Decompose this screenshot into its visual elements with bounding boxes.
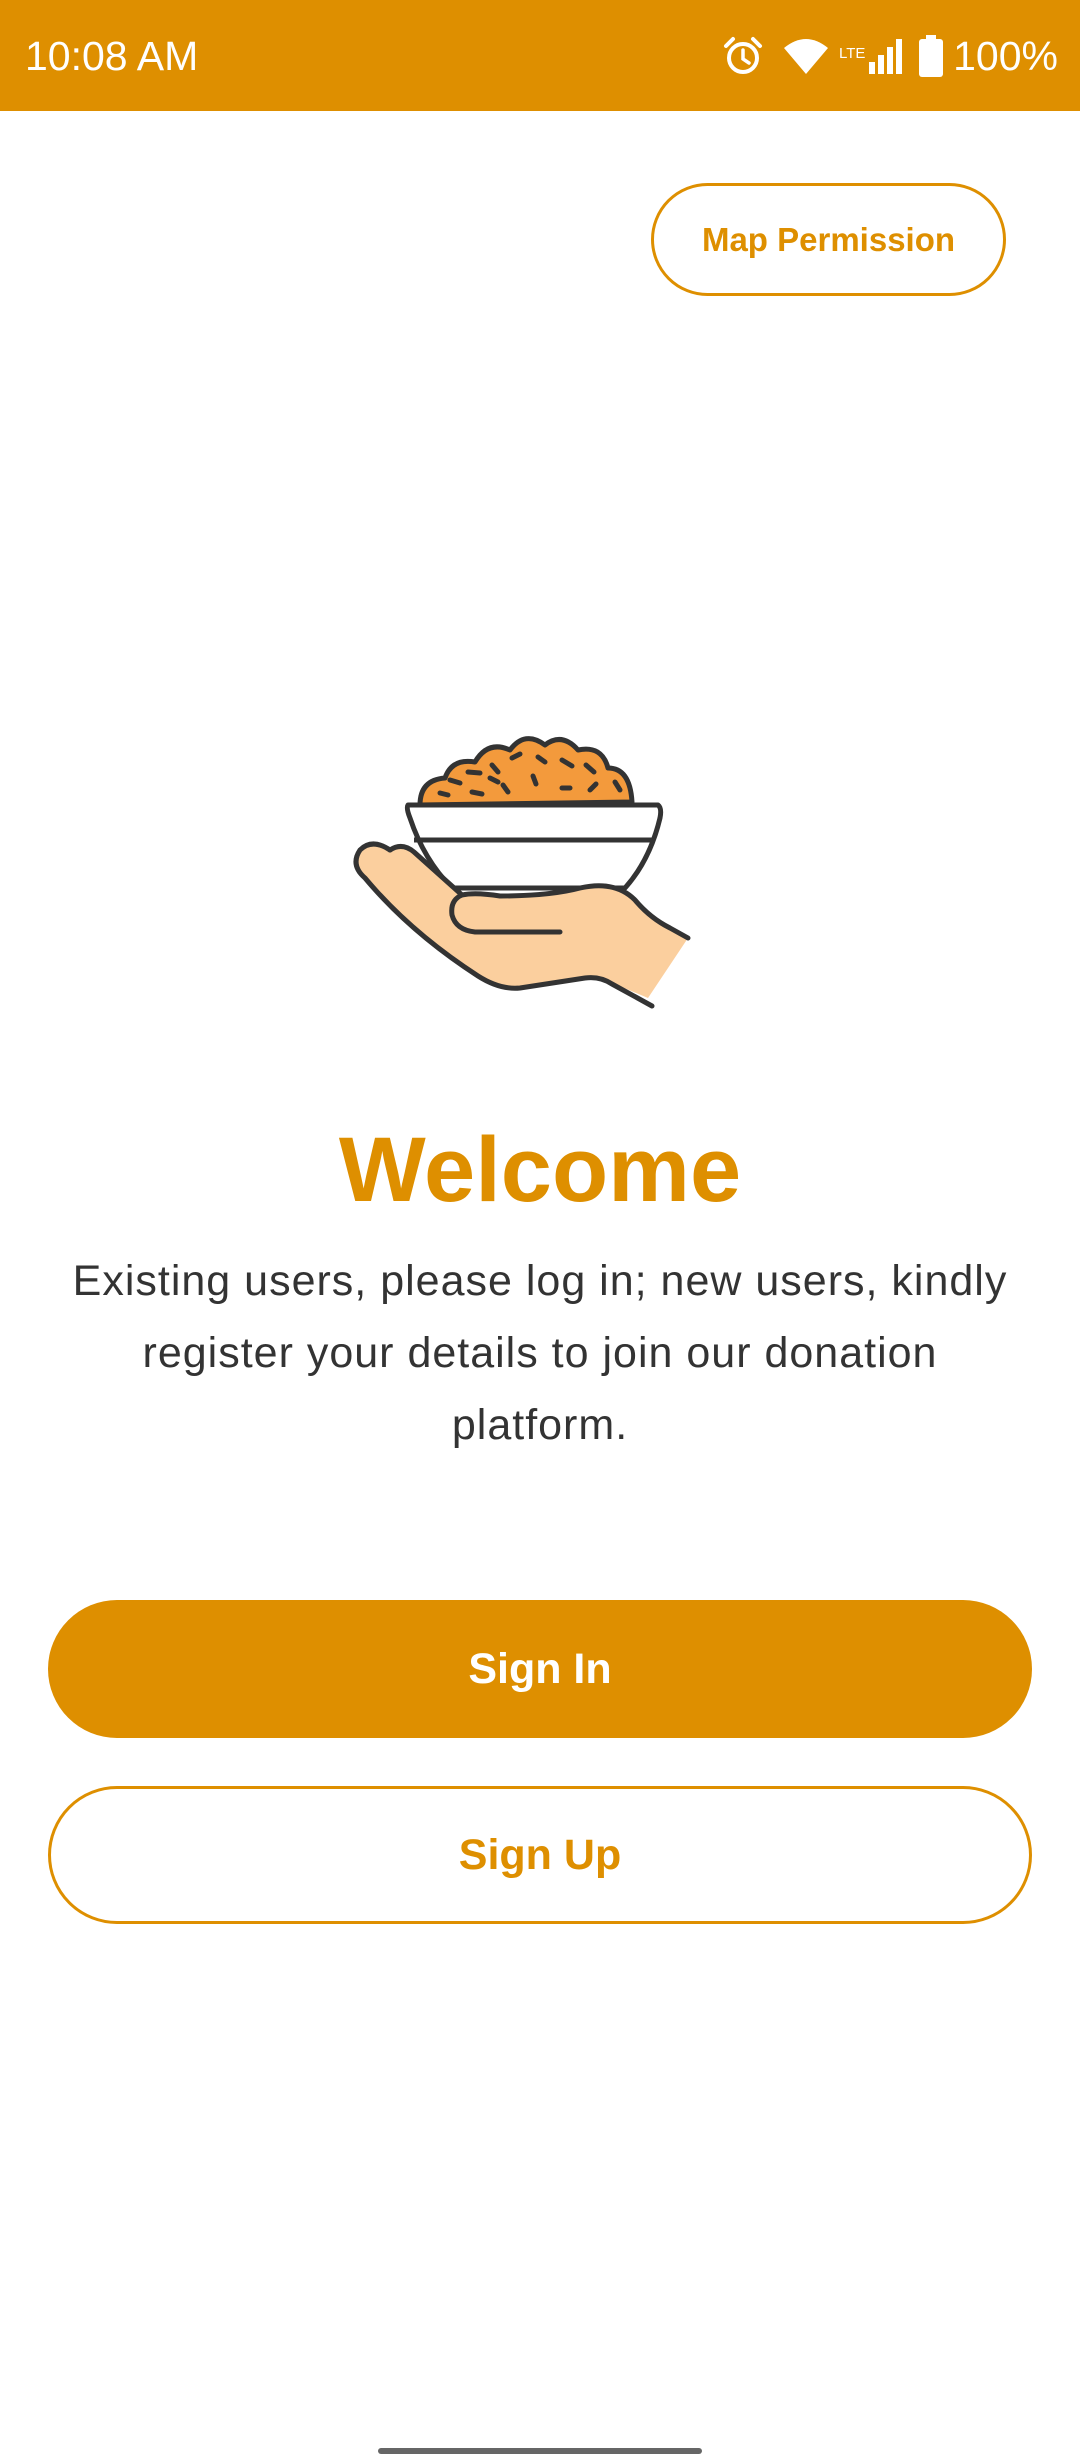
battery-icon (919, 35, 944, 77)
sign-in-button[interactable]: Sign In (48, 1600, 1032, 1738)
welcome-message: Existing users, please log in; new users… (72, 1257, 1008, 1449)
hand-holding-food-bowl-icon (340, 710, 740, 1040)
lte-label: LTE (839, 45, 865, 62)
sign-up-button[interactable]: Sign Up (48, 1786, 1032, 1924)
battery-percent: 100% (953, 32, 1058, 79)
welcome-screen: 10:08 AM LTE 100% Map Permission Welcome… (0, 0, 1080, 2460)
home-gesture-bar[interactable] (378, 2448, 702, 2454)
status-bar: 10:08 AM LTE 100% (0, 0, 1080, 111)
map-permission-button[interactable]: Map Permission (651, 183, 1006, 296)
wifi-icon (783, 36, 829, 76)
status-icons: LTE 100% (721, 26, 1058, 86)
welcome-title: Welcome (338, 1119, 742, 1221)
lte-signal-icon: LTE (839, 36, 905, 76)
alarm-icon (721, 34, 765, 78)
status-time: 10:08 AM (25, 33, 199, 79)
